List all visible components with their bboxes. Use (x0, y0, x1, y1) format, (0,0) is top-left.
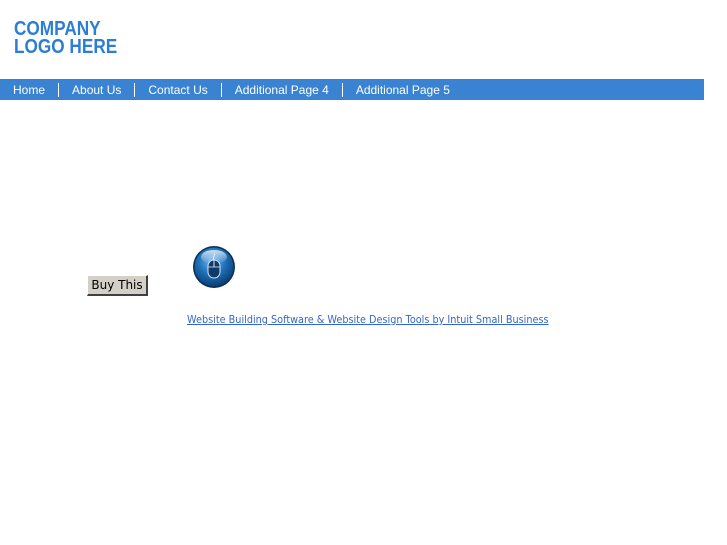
nav-additional-page-4[interactable]: Additional Page 4 (220, 82, 342, 97)
computer-mouse-icon[interactable] (192, 245, 236, 289)
company-logo: COMPANY LOGO HERE (14, 19, 118, 58)
footer-credit-link[interactable]: Website Building Software & Website Desi… (187, 313, 549, 326)
nav-additional-page-5[interactable]: Additional Page 5 (341, 82, 463, 97)
computer-mouse-icon-graphic (193, 246, 235, 288)
nav-contact-us[interactable]: Contact Us (134, 82, 220, 97)
logo-line-2: LOGO HERE (14, 36, 118, 58)
main-navigation: Home About Us Contact Us Additional Page… (0, 79, 704, 100)
nav-home[interactable]: Home (0, 83, 58, 97)
buy-this-button[interactable]: Buy This (87, 275, 148, 296)
nav-about-us[interactable]: About Us (58, 82, 134, 97)
